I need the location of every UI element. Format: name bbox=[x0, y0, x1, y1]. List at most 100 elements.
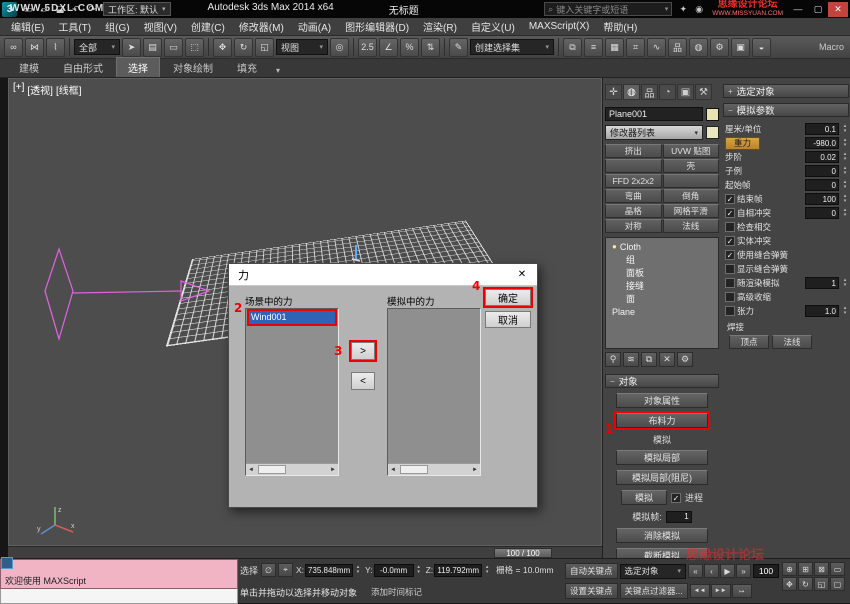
menu-item[interactable]: MAXScript(X) bbox=[522, 21, 597, 32]
cloth-forces-button[interactable]: 布料力 bbox=[616, 413, 708, 428]
time-slider-track[interactable]: 100 / 100 bbox=[8, 546, 602, 558]
modifier-set-button[interactable]: 对称 bbox=[605, 219, 662, 233]
cancel-button[interactable]: 取消 bbox=[485, 311, 531, 328]
viewport-menu-plus[interactable]: [+] bbox=[13, 82, 24, 97]
parameter-checkbox[interactable] bbox=[725, 292, 735, 302]
horizontal-scrollbar[interactable]: ◄ ► bbox=[388, 463, 480, 475]
percent-snap-toggle-icon[interactable]: % bbox=[400, 38, 419, 57]
go-to-end-icon[interactable]: » bbox=[736, 564, 751, 578]
parameter-value[interactable]: 100 bbox=[805, 193, 839, 205]
spinner-arrows[interactable]: ▴▾ bbox=[841, 138, 849, 148]
ok-button[interactable]: 确定 bbox=[485, 289, 531, 306]
spinner-arrows[interactable]: ▴▾ bbox=[483, 565, 491, 575]
ribbon-collapse-icon[interactable]: ▾ bbox=[270, 64, 286, 77]
scroll-right-icon[interactable]: ► bbox=[330, 467, 336, 473]
simulate-local-damped-button[interactable]: 模拟局部(阻尼) bbox=[616, 470, 708, 485]
parameter-value[interactable]: 0.02 bbox=[805, 151, 839, 163]
horizontal-scrollbar[interactable]: ◄ ► bbox=[246, 463, 338, 475]
modifier-set-button[interactable]: UVW 贴图 bbox=[663, 144, 720, 158]
zoom-extents-icon[interactable]: ⊠ bbox=[814, 562, 829, 576]
sim-forces-list[interactable]: ◄ ► bbox=[387, 308, 481, 476]
ribbon-tab[interactable]: 建模 bbox=[8, 58, 50, 77]
key-step-back-icon[interactable]: ◄◄ bbox=[690, 584, 710, 598]
object-properties-button[interactable]: 对象属性 bbox=[616, 393, 708, 408]
zoom-icon[interactable]: ⊕ bbox=[782, 562, 797, 576]
minimize-button[interactable]: — bbox=[788, 2, 808, 17]
modify-tab[interactable]: ◍ bbox=[623, 84, 640, 100]
spinner-arrows[interactable]: ▴▾ bbox=[841, 124, 849, 134]
sim-frame-value[interactable]: 1 bbox=[666, 511, 692, 523]
configure-modifier-sets-icon[interactable]: ⚙ bbox=[677, 352, 693, 367]
spinner-arrows[interactable]: ▴▾ bbox=[841, 306, 849, 316]
listener-scroll-button[interactable] bbox=[1, 557, 13, 569]
selection-filter-dropdown[interactable]: 全部 ▾ bbox=[74, 39, 120, 55]
show-end-result-icon[interactable]: ≋ bbox=[623, 352, 639, 367]
spinner-arrows[interactable]: ▴▾ bbox=[841, 180, 849, 190]
select-and-rotate-icon[interactable]: ↻ bbox=[234, 38, 253, 57]
dialog-close-button[interactable]: ✕ bbox=[507, 264, 537, 286]
schematic-view-icon[interactable]: 品 bbox=[668, 38, 687, 57]
time-slider-handle[interactable]: 100 / 100 bbox=[494, 548, 552, 558]
modifier-set-button[interactable]: FFD 2x2x2 bbox=[605, 174, 662, 188]
simulate-button[interactable]: 模拟 bbox=[621, 490, 667, 505]
simulation-parameters-rollout-header[interactable]: − 模拟参数 bbox=[723, 103, 849, 117]
dialog-title-bar[interactable]: 力 ✕ bbox=[229, 264, 537, 286]
modifier-set-button[interactable] bbox=[605, 159, 662, 173]
visibility-bulb-icon[interactable]: ● bbox=[612, 242, 617, 251]
z-coordinate-field[interactable]: 119.792mm bbox=[434, 564, 482, 577]
select-and-scale-icon[interactable]: ◱ bbox=[255, 38, 274, 57]
angle-snap-toggle-icon[interactable]: ∠ bbox=[379, 38, 398, 57]
edit-named-selection-sets-icon[interactable]: ✎ bbox=[449, 38, 468, 57]
modifier-set-button[interactable]: 晶格 bbox=[605, 204, 662, 218]
menu-item[interactable]: 动画(A) bbox=[291, 19, 338, 34]
modifier-pin-box[interactable] bbox=[706, 126, 719, 139]
menu-item[interactable]: 帮助(H) bbox=[596, 19, 644, 34]
set-key-button[interactable]: 设置关键点 bbox=[565, 583, 618, 599]
snaps-toggle-icon[interactable]: 2.5 bbox=[358, 38, 377, 57]
modifier-set-button[interactable] bbox=[663, 174, 720, 188]
spinner-arrows[interactable]: ▴▾ bbox=[841, 152, 849, 162]
spinner-arrows[interactable]: ▴▾ bbox=[841, 194, 849, 204]
curve-editor-icon[interactable]: ∿ bbox=[647, 38, 666, 57]
selection-lock-toggle-icon[interactable]: ∅ bbox=[261, 563, 276, 577]
modifier-stack-item[interactable]: 接缝 bbox=[608, 279, 716, 292]
scroll-right-icon[interactable]: ► bbox=[472, 467, 478, 473]
absolute-offset-mode-icon[interactable]: ⌖ bbox=[278, 563, 293, 577]
menu-item[interactable]: 自定义(U) bbox=[464, 19, 522, 34]
modifier-set-button[interactable]: 壳 bbox=[663, 159, 720, 173]
use-pivot-point-center-icon[interactable]: ◎ bbox=[330, 38, 349, 57]
search-box[interactable]: ⌕ 键入关键字或短语 ▾ bbox=[544, 2, 672, 16]
pin-stack-icon[interactable]: ⚲ bbox=[605, 352, 621, 367]
key-filters-button[interactable]: 关键点过滤器... bbox=[620, 583, 688, 599]
layer-manager-icon[interactable]: ▦ bbox=[605, 38, 624, 57]
select-object-icon[interactable]: ➤ bbox=[122, 38, 141, 57]
workspace-dropdown[interactable]: 工作区: 默认 ▾ bbox=[103, 2, 171, 16]
named-selection-set-combo[interactable]: 创建选择集 ▾ bbox=[470, 39, 554, 55]
menu-item[interactable]: 修改器(M) bbox=[232, 19, 291, 34]
window-crossing-toggle-icon[interactable]: ⬚ bbox=[185, 38, 204, 57]
modifier-set-button[interactable]: 网格平滑 bbox=[663, 204, 720, 218]
remove-force-button[interactable]: < bbox=[351, 372, 375, 390]
modifier-set-button[interactable]: 法线 bbox=[663, 219, 720, 233]
progress-checkbox[interactable] bbox=[671, 493, 681, 503]
menu-item[interactable]: 编辑(E) bbox=[4, 19, 51, 34]
spinner-arrows[interactable]: ▴▾ bbox=[415, 565, 423, 575]
modifier-set-button[interactable]: 倒角 bbox=[663, 189, 720, 203]
add-time-tag[interactable]: 添加时间标记 bbox=[371, 586, 422, 598]
spinner-snap-toggle-icon[interactable]: ⇅ bbox=[421, 38, 440, 57]
parameter-checkbox[interactable] bbox=[725, 250, 735, 260]
menu-item[interactable]: 视图(V) bbox=[137, 19, 184, 34]
menu-item[interactable]: 工具(T) bbox=[51, 19, 98, 34]
graphite-modeling-tools-icon[interactable]: ⌗ bbox=[626, 38, 645, 57]
parameter-checkbox[interactable] bbox=[725, 278, 735, 288]
mirror-icon[interactable]: ⧉ bbox=[563, 38, 582, 57]
parameter-value[interactable]: -980.0 bbox=[805, 137, 839, 149]
motion-tab[interactable]: ◔ bbox=[659, 84, 676, 100]
remove-modifier-icon[interactable]: ✕ bbox=[659, 352, 675, 367]
scroll-left-icon[interactable]: ◄ bbox=[248, 467, 254, 473]
scene-forces-list[interactable]: ◄ ► Wind001 bbox=[245, 308, 339, 476]
render-setup-icon[interactable]: ⚙ bbox=[710, 38, 729, 57]
next-frame-icon[interactable]: ↦ bbox=[732, 584, 752, 598]
menu-item[interactable]: 图形编辑器(D) bbox=[338, 19, 416, 34]
select-and-move-icon[interactable]: ✥ bbox=[213, 38, 232, 57]
